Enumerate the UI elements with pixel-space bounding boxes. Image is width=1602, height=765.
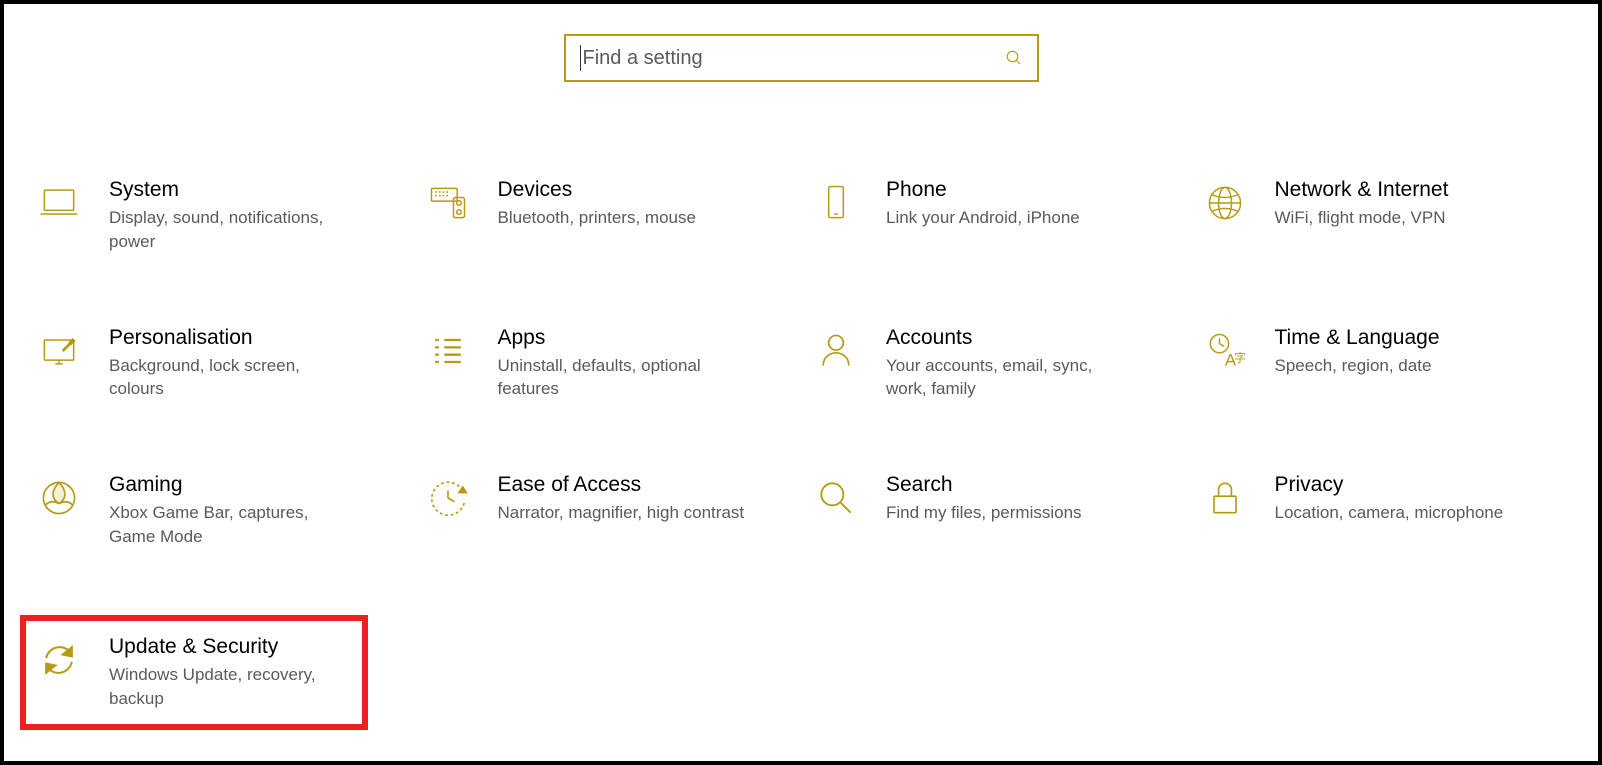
text-cursor [580,45,581,71]
tile-gaming[interactable]: Gaming Xbox Game Bar, captures, Game Mod… [24,467,413,555]
tile-title: Search [886,473,1082,497]
tile-subtitle: Speech, region, date [1275,354,1440,378]
tile-title: Phone [886,178,1080,202]
tile-subtitle: Windows Update, recovery, backup [109,663,352,711]
tile-time-language[interactable]: A 字 Time & Language Speech, region, date [1190,320,1579,408]
tile-subtitle: Narrator, magnifier, high contrast [498,501,745,525]
search-icon [1005,49,1023,67]
tile-title: Accounts [886,326,1136,350]
tile-title: System [109,178,359,202]
person-icon [811,326,861,376]
time-language-icon: A 字 [1200,326,1250,376]
search-placeholder: Find a setting [583,47,1005,70]
globe-icon [1200,178,1250,228]
tile-subtitle: Uninstall, defaults, optional features [498,354,748,402]
tile-subtitle: WiFi, flight mode, VPN [1275,206,1449,230]
tile-title: Network & Internet [1275,178,1449,202]
tile-title: Personalisation [109,326,359,350]
tile-title: Gaming [109,473,359,497]
tile-personalisation[interactable]: Personalisation Background, lock screen,… [24,320,413,408]
tile-subtitle: Background, lock screen, colours [109,354,359,402]
gaming-icon [34,473,84,523]
devices-icon [423,178,473,228]
settings-grid: System Display, sound, notifications, po… [4,82,1598,750]
tile-search[interactable]: Search Find my files, permissions [801,467,1190,555]
update-icon [34,635,84,685]
tile-accounts[interactable]: Accounts Your accounts, email, sync, wor… [801,320,1190,408]
tile-subtitle: Xbox Game Bar, captures, Game Mode [109,501,359,549]
tile-devices[interactable]: Devices Bluetooth, printers, mouse [413,172,802,260]
tile-title: Devices [498,178,696,202]
tile-title: Privacy [1275,473,1504,497]
personalisation-icon [34,326,84,376]
laptop-icon [34,178,84,228]
tile-title: Apps [498,326,748,350]
tile-subtitle: Location, camera, microphone [1275,501,1504,525]
tile-ease-of-access[interactable]: Ease of Access Narrator, magnifier, high… [413,467,802,555]
apps-list-icon [423,326,473,376]
tile-network[interactable]: Network & Internet WiFi, flight mode, VP… [1190,172,1579,260]
tile-title: Ease of Access [498,473,745,497]
tile-update-security[interactable]: Update & Security Windows Update, recove… [20,615,368,731]
ease-of-access-icon [423,473,473,523]
search-container: Find a setting [4,4,1598,82]
tile-privacy[interactable]: Privacy Location, camera, microphone [1190,467,1579,555]
tile-title: Update & Security [109,635,352,659]
tile-system[interactable]: System Display, sound, notifications, po… [24,172,413,260]
svg-text:字: 字 [1234,351,1246,365]
magnifier-icon [811,473,861,523]
phone-icon [811,178,861,228]
tile-apps[interactable]: Apps Uninstall, defaults, optional featu… [413,320,802,408]
tile-phone[interactable]: Phone Link your Android, iPhone [801,172,1190,260]
tile-title: Time & Language [1275,326,1440,350]
tile-subtitle: Bluetooth, printers, mouse [498,206,696,230]
tile-subtitle: Find my files, permissions [886,501,1082,525]
lock-icon [1200,473,1250,523]
tile-subtitle: Link your Android, iPhone [886,206,1080,230]
tile-subtitle: Display, sound, notifications, power [109,206,359,254]
search-input[interactable]: Find a setting [564,34,1039,82]
tile-subtitle: Your accounts, email, sync, work, family [886,354,1136,402]
